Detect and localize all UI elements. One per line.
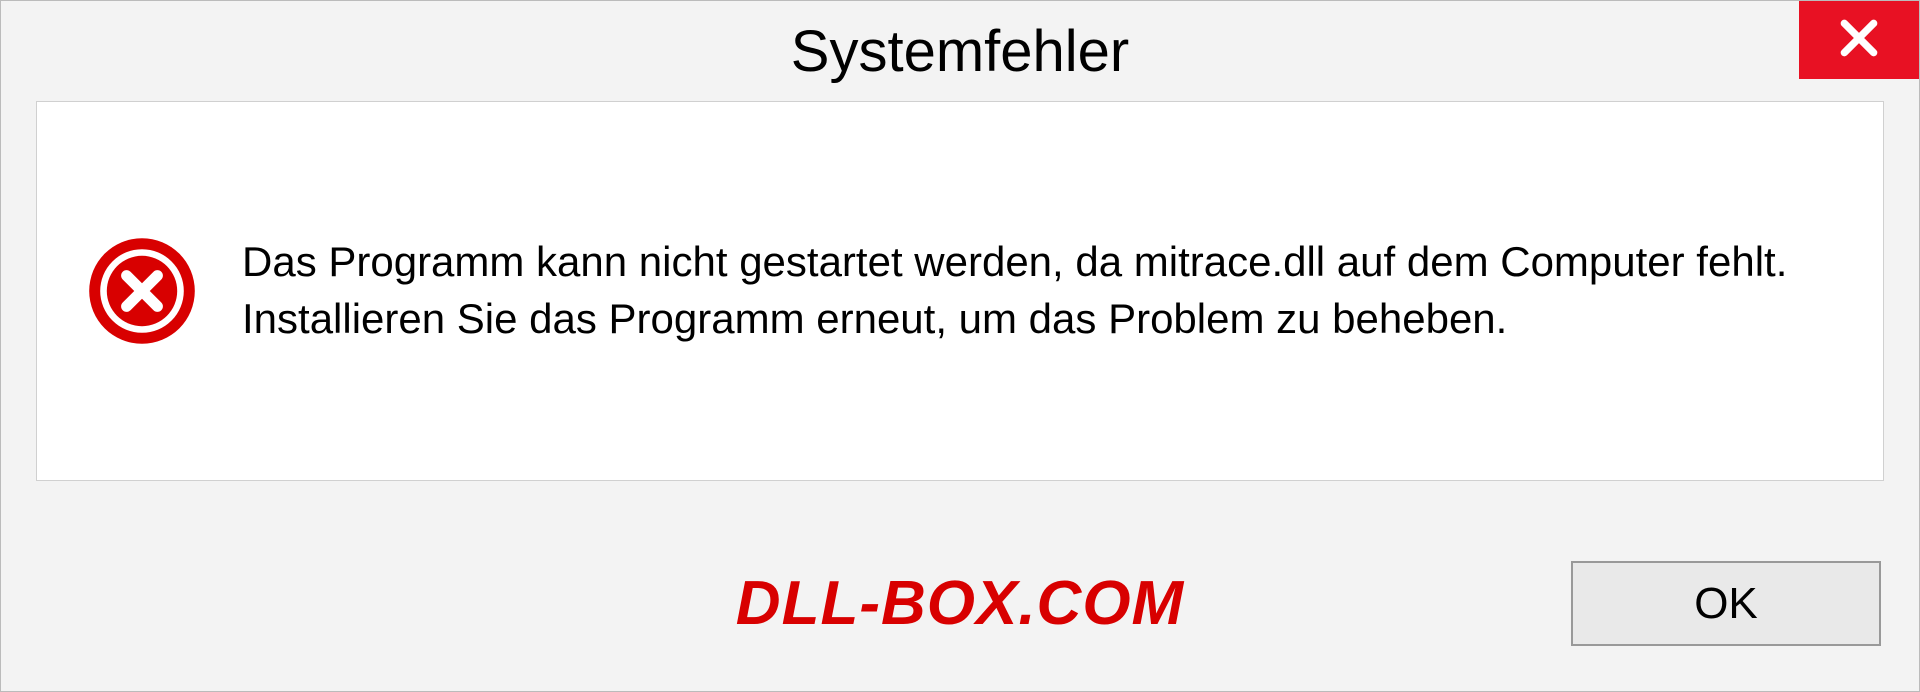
ok-button[interactable]: OK <box>1571 561 1881 646</box>
footer: DLL-BOX.COM OK <box>1 516 1919 691</box>
error-message: Das Programm kann nicht gestartet werden… <box>242 234 1833 347</box>
close-button[interactable] <box>1799 1 1919 79</box>
dialog-title: Systemfehler <box>791 18 1129 85</box>
error-icon <box>87 236 197 346</box>
content-area: Das Programm kann nicht gestartet werden… <box>36 101 1884 481</box>
titlebar: Systemfehler <box>1 1 1919 101</box>
close-icon <box>1837 16 1881 65</box>
error-dialog: Systemfehler Das Programm kann nicht ges… <box>0 0 1920 692</box>
watermark-text: DLL-BOX.COM <box>736 568 1184 639</box>
